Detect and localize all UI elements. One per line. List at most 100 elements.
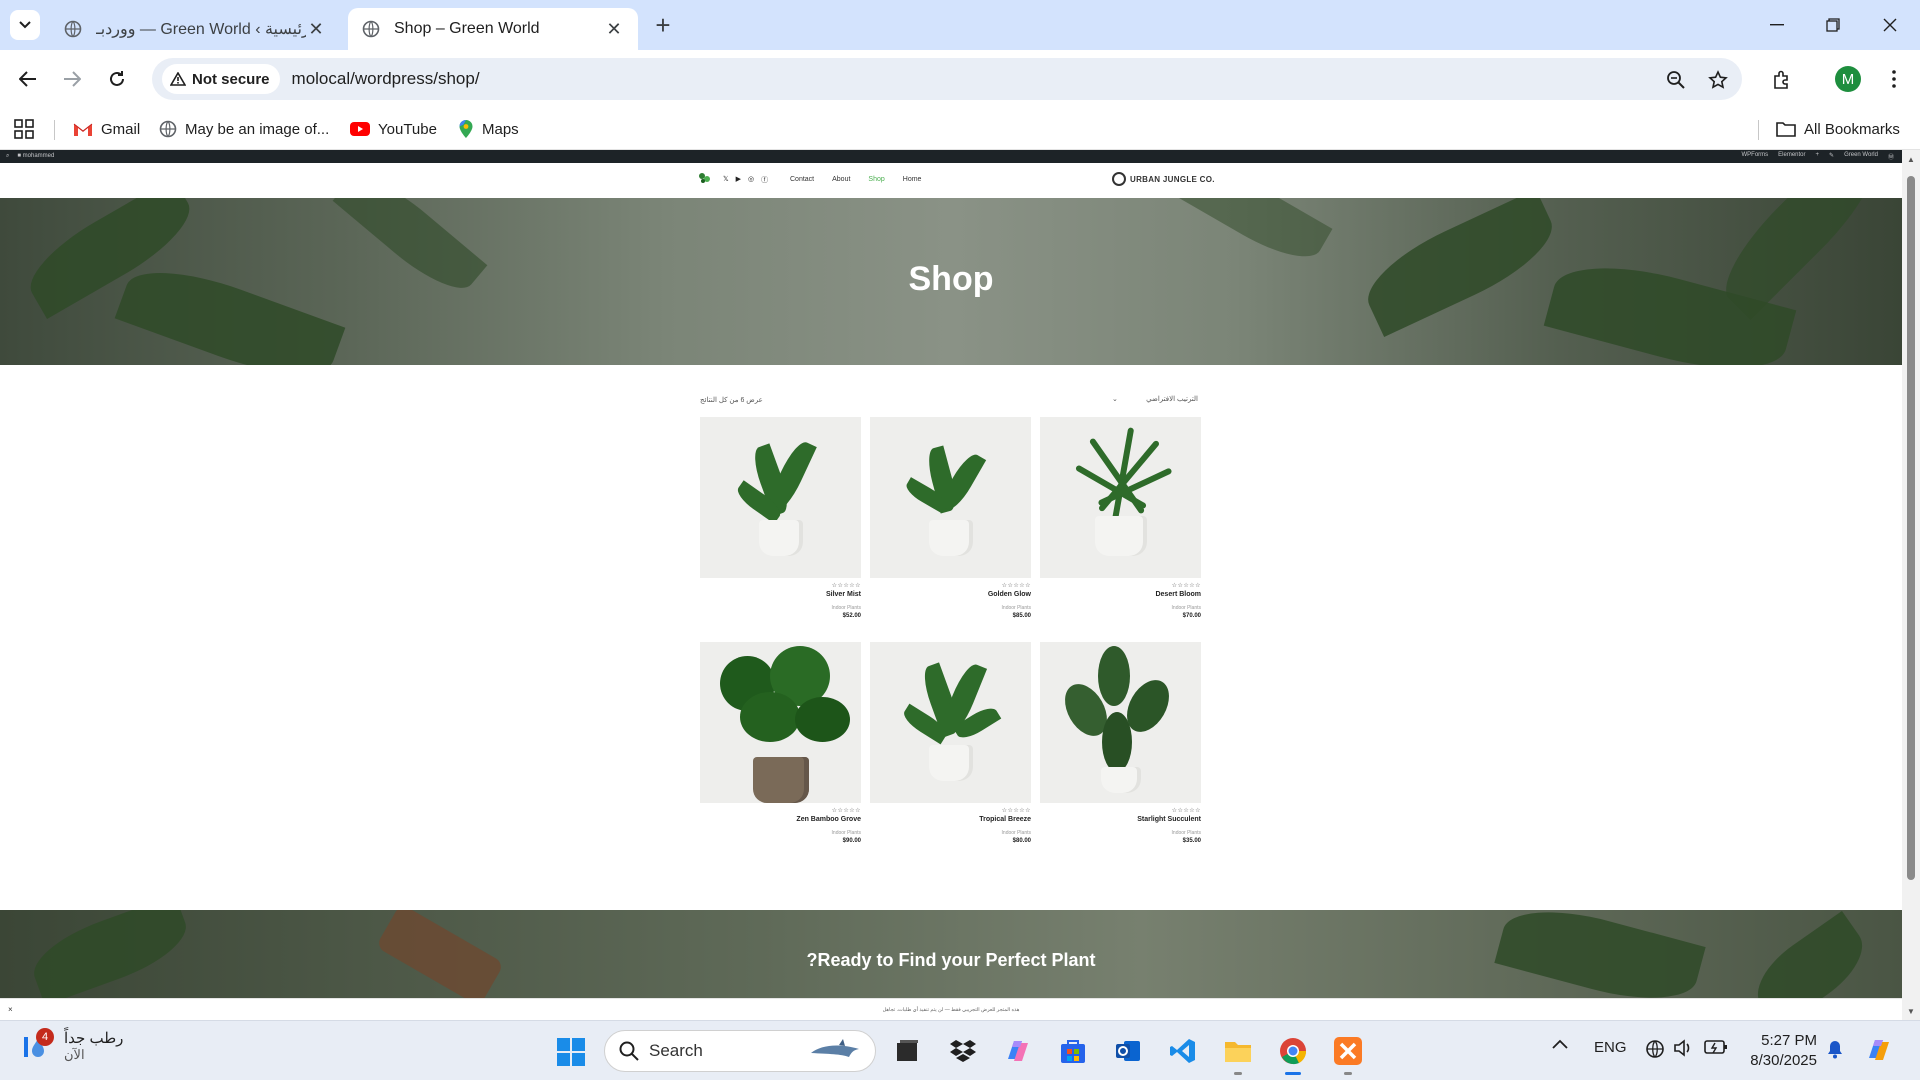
product-image[interactable] bbox=[700, 417, 861, 578]
admin-item[interactable]: WPForms bbox=[1742, 152, 1769, 161]
weather-widget[interactable]: 4 رطب جداً الآن bbox=[20, 1028, 123, 1063]
bookmark-star-icon[interactable] bbox=[1706, 68, 1730, 92]
minimize-button[interactable] bbox=[1757, 8, 1797, 42]
taskbar-app-vscode[interactable] bbox=[1165, 1033, 1201, 1069]
nav-contact[interactable]: Contact bbox=[790, 176, 814, 183]
product-image[interactable] bbox=[700, 642, 861, 803]
wordpress-icon[interactable]: Ⓦ bbox=[1888, 152, 1894, 161]
new-tab-button[interactable]: + bbox=[650, 10, 676, 40]
scroll-up-icon[interactable]: ▲ bbox=[1906, 154, 1916, 164]
profile-avatar[interactable]: M bbox=[1835, 66, 1861, 92]
security-chip[interactable]: Not secure bbox=[162, 64, 280, 94]
youtube-icon[interactable]: ▶ bbox=[736, 175, 741, 185]
reload-button[interactable] bbox=[102, 64, 132, 94]
bookmark-maps[interactable]: Maps bbox=[458, 116, 519, 142]
language-indicator[interactable]: ENG bbox=[1594, 1039, 1627, 1056]
admin-item[interactable]: ✎ bbox=[1829, 152, 1834, 161]
battery-icon[interactable] bbox=[1704, 1039, 1728, 1055]
scroll-down-icon[interactable]: ▼ bbox=[1906, 1006, 1916, 1016]
instagram-icon[interactable]: ◎ bbox=[748, 175, 754, 185]
product-card[interactable]: ☆☆☆☆☆ Tropical Breeze Indoor Plants $80.… bbox=[870, 642, 1031, 844]
product-category[interactable]: Indoor Plants bbox=[870, 830, 1031, 836]
network-icon[interactable] bbox=[1645, 1039, 1665, 1059]
product-image[interactable] bbox=[1040, 642, 1201, 803]
product-card[interactable]: ☆☆☆☆☆ Desert Bloom Indoor Plants $70.00 bbox=[1040, 417, 1201, 619]
close-icon[interactable]: × bbox=[8, 1005, 13, 1014]
weather-icon: 4 bbox=[20, 1028, 54, 1061]
notification-bell-icon[interactable] bbox=[1826, 1039, 1844, 1059]
cart-icon[interactable] bbox=[698, 172, 712, 184]
product-category[interactable]: Indoor Plants bbox=[700, 605, 861, 611]
product-name[interactable]: Starlight Succulent bbox=[1040, 816, 1201, 823]
taskbar-app-xampp[interactable] bbox=[1330, 1033, 1366, 1075]
menu-kebab-icon[interactable] bbox=[1884, 66, 1904, 92]
product-card[interactable]: ☆☆☆☆☆ Starlight Succulent Indoor Plants … bbox=[1040, 642, 1201, 844]
x-icon[interactable]: 𝕏 bbox=[723, 175, 729, 185]
admin-item[interactable]: + bbox=[1816, 152, 1820, 161]
bookmark-youtube[interactable]: YouTube bbox=[350, 116, 437, 142]
start-button[interactable] bbox=[556, 1037, 586, 1067]
volume-icon[interactable] bbox=[1673, 1039, 1693, 1057]
tab-home[interactable]: ووردبـ — Green World ‹ الرئيسية ✕ bbox=[50, 8, 340, 50]
forward-button[interactable] bbox=[57, 64, 87, 94]
product-name[interactable]: Golden Glow bbox=[870, 591, 1031, 598]
product-name[interactable]: Zen Bamboo Grove bbox=[700, 816, 861, 823]
taskbar-app-task-view[interactable] bbox=[890, 1033, 926, 1069]
product-card[interactable]: ☆☆☆☆☆ Golden Glow Indoor Plants $85.00 bbox=[870, 417, 1031, 619]
nav-shop[interactable]: Shop bbox=[868, 176, 884, 183]
product-card[interactable]: ☆☆☆☆☆ Silver Mist Indoor Plants $52.00 bbox=[700, 417, 861, 619]
back-button[interactable] bbox=[13, 64, 43, 94]
tab-search-button[interactable] bbox=[10, 10, 40, 40]
all-bookmarks-button[interactable]: All Bookmarks bbox=[1776, 116, 1900, 142]
admin-item[interactable]: Elementor bbox=[1778, 152, 1805, 161]
product-category[interactable]: Indoor Plants bbox=[870, 605, 1031, 611]
running-indicator bbox=[1285, 1072, 1301, 1075]
product-image[interactable] bbox=[870, 417, 1031, 578]
taskbar-app-copilot[interactable] bbox=[1000, 1033, 1036, 1069]
product-card[interactable]: ☆☆☆☆☆ Zen Bamboo Grove Indoor Plants $90… bbox=[700, 642, 861, 844]
close-icon[interactable]: ✕ bbox=[306, 19, 326, 39]
outlook-icon bbox=[1116, 1041, 1140, 1061]
taskbar-app-chrome[interactable] bbox=[1275, 1033, 1311, 1075]
tray-overflow-chevron-icon[interactable] bbox=[1552, 1039, 1568, 1049]
facebook-icon[interactable]: ⓕ bbox=[761, 175, 768, 185]
admin-bar-account[interactable]: ⌕ ■ mohammed bbox=[6, 153, 54, 160]
taskbar-search[interactable]: Search bbox=[604, 1030, 876, 1072]
product-image[interactable] bbox=[870, 642, 1031, 803]
system-clock[interactable]: 5:27 PM 8/30/2025 bbox=[1745, 1031, 1817, 1071]
close-window-button[interactable] bbox=[1870, 8, 1910, 42]
nav-about[interactable]: About bbox=[832, 176, 850, 183]
taskbar-app-dropbox[interactable] bbox=[945, 1033, 981, 1069]
admin-user[interactable]: ■ mohammed bbox=[17, 153, 54, 160]
product-name[interactable]: Silver Mist bbox=[700, 591, 861, 598]
page-scrollbar[interactable]: ▲ ▼ bbox=[1902, 150, 1920, 1020]
product-category[interactable]: Indoor Plants bbox=[700, 830, 861, 836]
product-category[interactable]: Indoor Plants bbox=[1040, 605, 1201, 611]
admin-item[interactable]: Green World bbox=[1844, 152, 1878, 161]
extensions-icon[interactable] bbox=[1770, 68, 1794, 92]
nav-home[interactable]: Home bbox=[903, 176, 922, 183]
zoom-icon[interactable] bbox=[1664, 68, 1688, 92]
product-name[interactable]: Tropical Breeze bbox=[870, 816, 1031, 823]
search-icon[interactable]: ⌕ bbox=[6, 153, 9, 160]
tab-shop[interactable]: Shop – Green World ✕ bbox=[348, 8, 638, 50]
taskbar-app-store[interactable] bbox=[1055, 1033, 1091, 1069]
ordering-select[interactable]: ⌄ الترتيب الافتراضي bbox=[1110, 392, 1200, 406]
site-logo[interactable]: URBAN JUNGLE CO. bbox=[1112, 172, 1215, 186]
product-name[interactable]: Desert Bloom bbox=[1040, 591, 1201, 598]
notification-badge: 4 bbox=[36, 1028, 54, 1046]
scroll-thumb[interactable] bbox=[1907, 176, 1915, 880]
product-category[interactable]: Indoor Plants bbox=[1040, 830, 1201, 836]
taskbar-app-outlook[interactable] bbox=[1110, 1033, 1146, 1069]
apps-grid-icon[interactable] bbox=[14, 116, 34, 142]
restore-button[interactable] bbox=[1813, 8, 1853, 42]
bookmark-gmail[interactable]: Gmail bbox=[73, 116, 140, 142]
taskbar-app-file-explorer[interactable] bbox=[1220, 1033, 1256, 1075]
bookmark-image[interactable]: May be an image of... bbox=[159, 116, 329, 142]
product-image[interactable] bbox=[1040, 417, 1201, 578]
url-text[interactable]: molocal/wordpress/shop/ bbox=[292, 69, 480, 89]
address-bar[interactable]: Not secure molocal/wordpress/shop/ bbox=[152, 58, 1742, 100]
admin-bar-menu[interactable]: WPForms Elementor + ✎ Green World Ⓦ bbox=[1742, 152, 1895, 161]
close-icon[interactable]: ✕ bbox=[604, 19, 624, 39]
copilot-pre-icon[interactable] bbox=[1864, 1035, 1894, 1065]
